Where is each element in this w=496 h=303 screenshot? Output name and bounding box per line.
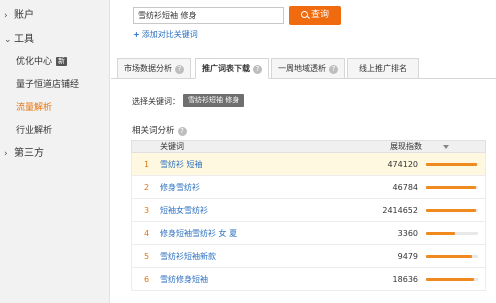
new-badge: 新 — [56, 57, 68, 66]
table-row: 5 雪纺衫短袖新款 9479 — [131, 245, 486, 268]
tab-market-data[interactable]: 市场数据分析? — [117, 58, 191, 79]
table-row: 6 雪纺修身短袖 18636 — [131, 268, 486, 291]
keyword-link[interactable]: 修身雪纺衫 — [160, 176, 200, 199]
nav-section-third-party[interactable]: › 第三方 — [4, 144, 44, 159]
nav-section-label: 工具 — [14, 34, 34, 45]
sidebar: › 账户 ⌄ 工具 优化中心新 量子恒道店铺经 流量解析 行业解析 › 第三方 — [0, 0, 110, 303]
tab-weekly-region[interactable]: 一周地域透析? — [271, 58, 345, 79]
tab-label: 市场数据分析 — [124, 64, 172, 73]
chevron-right-icon: › — [4, 149, 8, 159]
sidebar-item-optimization-center[interactable]: 优化中心新 — [16, 54, 68, 67]
help-icon[interactable]: ? — [175, 65, 184, 74]
impression-bar-track — [426, 163, 478, 166]
sidebar-item-label: 行业解析 — [16, 126, 53, 136]
table-row: 3 短袖女雪纺衫 2414652 — [131, 199, 486, 222]
keyword-link[interactable]: 短袖女雪纺衫 — [160, 199, 208, 222]
rank-number: 6 — [144, 275, 150, 284]
chevron-right-icon: › — [4, 11, 8, 21]
tab-keyword-download[interactable]: 推广词表下载? — [195, 58, 269, 79]
keyword-link[interactable]: 雪纺修身短袖 — [160, 268, 208, 291]
table-row: 2 修身雪纺衫 46784 — [131, 176, 486, 199]
table-row: 4 修身短袖雪纺衫 女 夏 3360 — [131, 222, 486, 245]
impression-value: 474120 — [387, 160, 418, 169]
impression-bar — [426, 209, 477, 212]
impression-value: 3360 — [397, 229, 418, 238]
main-content: 雪纺衫短袖 修身 查询 + 添加对比关键词 市场数据分析? 推广词表下载? 一周地… — [111, 0, 496, 303]
column-header-keyword: 关键词 — [160, 142, 184, 151]
keyword-link[interactable]: 雪纺衫 短袖 — [160, 153, 203, 176]
sidebar-item-label: 优化中心 — [16, 57, 53, 67]
impression-bar-track — [426, 186, 478, 189]
impression-bar-track — [426, 255, 478, 258]
search-icon — [300, 11, 308, 18]
help-icon[interactable]: ? — [177, 127, 187, 136]
impression-bar-track — [426, 278, 478, 281]
sidebar-item-quantum-store[interactable]: 量子恒道店铺经 — [16, 77, 79, 90]
impression-value: 18636 — [392, 275, 418, 284]
nav-section-label: 账户 — [14, 10, 34, 21]
help-icon[interactable]: ? — [329, 65, 338, 74]
impression-bar — [426, 163, 477, 166]
selected-keyword-tag[interactable]: 雪纺衫短袖 修身 — [183, 94, 245, 107]
column-header-impressions[interactable]: 展现指数 — [390, 141, 422, 153]
impression-bar — [426, 278, 474, 281]
help-icon[interactable]: ? — [253, 65, 262, 74]
nav-section-label: 第三方 — [14, 148, 44, 159]
sidebar-item-industry-analysis[interactable]: 行业解析 — [16, 123, 52, 136]
selected-keyword-label: 选择关键词： — [132, 97, 180, 106]
rank-number: 4 — [144, 229, 150, 238]
impression-bar — [426, 232, 455, 235]
impression-value: 2414652 — [382, 206, 418, 215]
impression-bar — [426, 186, 476, 189]
tab-label: 一周地域透析 — [278, 64, 326, 73]
plus-icon: + — [133, 30, 140, 39]
table-row: 1 雪纺衫 短袖 474120 — [131, 153, 486, 176]
keyword-link[interactable]: 修身短袖雪纺衫 女 夏 — [160, 222, 237, 245]
add-compare-label: 添加对比关键词 — [141, 30, 198, 39]
rank-number: 3 — [144, 206, 150, 215]
keyword-search-input[interactable]: 雪纺衫短袖 修身 — [133, 7, 284, 24]
rank-number: 5 — [144, 252, 150, 261]
search-button[interactable]: 查询 — [289, 6, 341, 25]
nav-section-tools[interactable]: ⌄ 工具 — [4, 30, 34, 45]
sidebar-item-label: 流量解析 — [16, 103, 53, 113]
tab-label: 线上推广排名 — [359, 64, 407, 73]
rank-number: 1 — [144, 160, 150, 169]
impression-bar-track — [426, 232, 478, 235]
tab-online-ranking[interactable]: 线上推广排名 — [347, 58, 419, 79]
impression-value: 46784 — [392, 183, 418, 192]
rank-number: 2 — [144, 183, 150, 192]
add-compare-keyword-link[interactable]: + 添加对比关键词 — [133, 29, 198, 40]
tab-label: 推广词表下载 — [202, 64, 250, 73]
impression-bar-track — [426, 209, 478, 212]
nav-section-account[interactable]: › 账户 — [4, 6, 34, 21]
table-header: 关键词 展现指数 — [131, 140, 486, 153]
sidebar-item-traffic-analysis[interactable]: 流量解析 — [16, 100, 52, 113]
sort-desc-icon[interactable] — [443, 145, 449, 149]
impression-bar — [426, 255, 472, 258]
search-button-label: 查询 — [310, 10, 329, 20]
related-words-table: 关键词 展现指数 1 雪纺衫 短袖 474120 2 修身雪纺衫 46784 3 短袖女雪纺衫… — [131, 140, 486, 291]
impression-value: 9479 — [397, 252, 418, 261]
keyword-link[interactable]: 雪纺衫短袖新款 — [160, 245, 216, 268]
chevron-down-icon: ⌄ — [4, 35, 12, 45]
related-words-title: 相关词分析? — [132, 124, 187, 136]
sidebar-item-label: 量子恒道店铺经 — [16, 80, 80, 90]
